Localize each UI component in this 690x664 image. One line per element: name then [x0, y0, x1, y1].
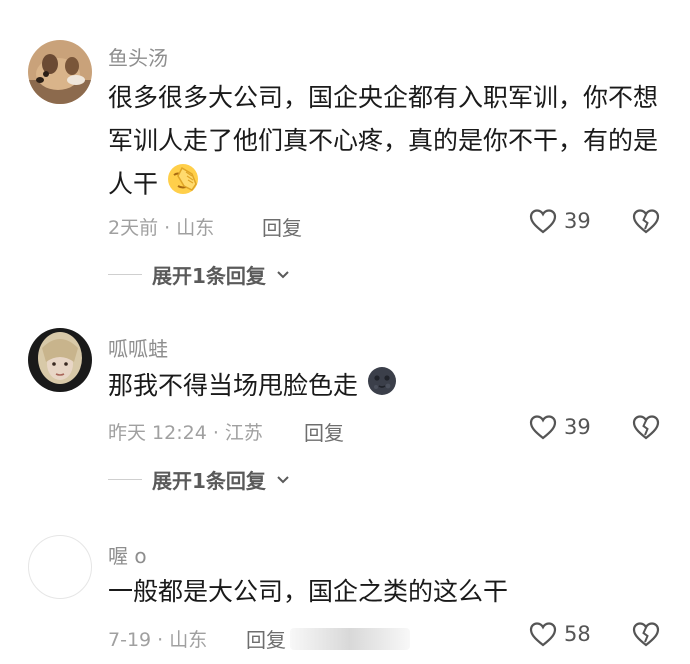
- like-button[interactable]: 58: [528, 619, 591, 649]
- like-button[interactable]: 39: [528, 206, 591, 236]
- chevron-down-icon: [277, 475, 289, 483]
- comment-meta: 2天前 · 山东: [108, 217, 215, 239]
- avatar[interactable]: [28, 40, 92, 104]
- like-button[interactable]: 39: [528, 412, 591, 442]
- chevron-down-icon: [277, 270, 289, 278]
- expand-replies-button[interactable]: 展开1条回复: [108, 260, 290, 289]
- dislike-button[interactable]: [630, 206, 662, 240]
- expand-label: 展开1条回复: [152, 469, 266, 493]
- comment-text-body: 那我不得当场甩脸色走: [108, 371, 359, 400]
- heart-outline-icon: [529, 622, 557, 647]
- divider-line: [108, 479, 142, 480]
- heart-outline-icon: [529, 209, 557, 234]
- dog-avatar-icon: [28, 40, 92, 104]
- avatar[interactable]: [28, 535, 92, 599]
- watermark-blur: [290, 628, 410, 650]
- comment-meta: 7-19 · 山东: [108, 629, 208, 651]
- like-count: 39: [564, 415, 591, 439]
- dislike-button[interactable]: [630, 619, 662, 653]
- reply-button[interactable]: 回复: [304, 417, 344, 446]
- expand-label: 展开1条回复: [152, 264, 266, 288]
- new-moon-face-emoji: [366, 365, 398, 410]
- portrait-avatar-icon: [28, 328, 92, 392]
- divider-line: [108, 274, 142, 275]
- broken-heart-icon: [632, 209, 660, 234]
- expand-replies-button[interactable]: 展开1条回复: [108, 465, 290, 494]
- username[interactable]: 喔 o: [108, 540, 147, 569]
- face-palm-emoji: [166, 162, 200, 209]
- reply-button[interactable]: 回复: [262, 212, 302, 241]
- comment-meta: 昨天 12:24 · 江苏: [108, 422, 263, 444]
- username[interactable]: 呱呱蛙: [108, 333, 168, 362]
- comment-text: 一般都是大公司，国企之类的这么干: [108, 570, 668, 613]
- broken-heart-icon: [632, 622, 660, 647]
- comment-text: 很多很多大公司，国企央企都有入职军训，你不想军训人走了他们真不心疼，真的是你不干…: [108, 76, 668, 209]
- heart-outline-icon: [529, 415, 557, 440]
- dislike-button[interactable]: [630, 412, 662, 446]
- avatar[interactable]: [28, 328, 92, 392]
- comment-text: 那我不得当场甩脸色走: [108, 364, 668, 410]
- like-count: 58: [564, 622, 591, 646]
- broken-heart-icon: [632, 415, 660, 440]
- comment-text-body: 一般都是大公司，国企之类的这么干: [108, 577, 509, 606]
- reply-button[interactable]: 回复: [246, 624, 286, 653]
- username[interactable]: 鱼头汤: [108, 42, 168, 71]
- like-count: 39: [564, 209, 591, 233]
